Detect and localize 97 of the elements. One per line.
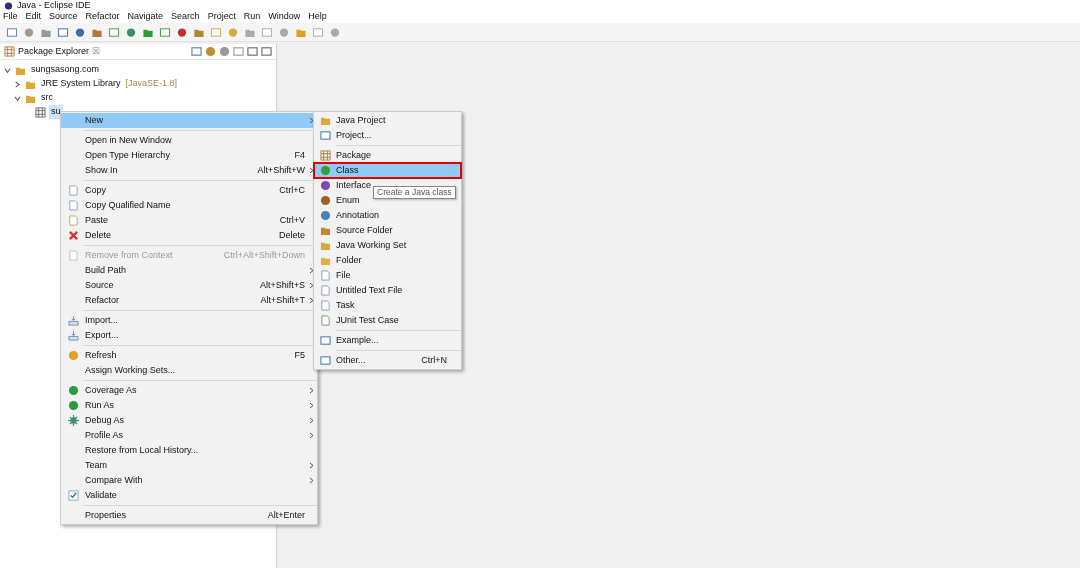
folder-icon [319, 255, 331, 266]
tree-item[interactable]: src [39, 91, 55, 105]
package-icon [319, 150, 331, 161]
enum-icon [319, 195, 331, 206]
menu-item[interactable]: Project [207, 9, 236, 24]
library-version: [JavaSE-1.8] [125, 77, 178, 91]
context-menu-item[interactable]: Team [61, 458, 317, 473]
menu-item[interactable]: Run [243, 9, 261, 24]
toolbar-icon[interactable] [74, 26, 86, 38]
package-explorer-icon [4, 46, 15, 57]
view-title[interactable]: Package Explorer [18, 44, 90, 59]
submenu-item[interactable]: Other... Ctrl+N [314, 353, 461, 368]
toolbar-icon[interactable] [108, 26, 120, 38]
text-file-icon [319, 285, 331, 296]
submenu-item[interactable]: Java Working Set [314, 238, 461, 253]
toolbar-icon[interactable] [23, 26, 35, 38]
class-icon [319, 165, 331, 176]
submenu-item[interactable]: JUnit Test Case [314, 313, 461, 328]
context-menu-item[interactable]: Profile As [61, 428, 317, 443]
submenu-item[interactable]: Annotation [314, 208, 461, 223]
import-icon [67, 315, 79, 326]
context-menu-item[interactable]: Copy Ctrl+C [61, 183, 317, 198]
context-menu-item[interactable]: Refresh F5 [61, 348, 317, 363]
menu-item[interactable]: Edit [25, 9, 42, 24]
context-menu-item[interactable]: Build Path [61, 263, 317, 278]
context-menu-item[interactable]: Coverage As [61, 383, 317, 398]
menu-item[interactable]: Search [171, 9, 200, 24]
window-icon [319, 355, 331, 366]
context-menu-item[interactable]: Refactor Alt+Shift+T [61, 293, 317, 308]
test-case-icon [319, 315, 331, 326]
toolbar-icon[interactable] [261, 26, 273, 38]
source-folder-icon [319, 225, 331, 236]
tree-item[interactable]: su [49, 105, 63, 119]
context-menu-item[interactable]: Properties Alt+Enter [61, 508, 317, 523]
expanded-chevron-icon[interactable] [14, 94, 22, 102]
menu-item[interactable]: Navigate [127, 9, 164, 24]
submenu-item[interactable]: Class [314, 163, 461, 178]
context-menu-item[interactable]: Run As [61, 398, 317, 413]
context-menu-item[interactable]: Import... [61, 313, 317, 328]
delete-icon [67, 230, 79, 241]
submenu-item[interactable]: Java Project [314, 113, 461, 128]
context-menu-item[interactable]: Export... [61, 328, 317, 343]
context-menu-item[interactable]: Compare With [61, 473, 317, 488]
context-menu-item[interactable]: Validate [61, 488, 317, 503]
tooltip: Create a Java class [373, 186, 456, 199]
context-menu-item[interactable]: Source Alt+Shift+S [61, 278, 317, 293]
toolbar-icon[interactable] [125, 26, 137, 38]
context-menu-item[interactable]: Copy Qualified Name [61, 198, 317, 213]
clipboard-icon [67, 215, 79, 226]
window-title: Java - Eclipse IDE [17, 1, 91, 10]
toolbar-icon[interactable] [312, 26, 324, 38]
menu-item[interactable]: Source [49, 9, 78, 24]
tree-item[interactable]: JRE System Library [39, 77, 123, 91]
context-menu-item[interactable]: Show In Alt+Shift+W [61, 163, 317, 178]
window-icon [319, 130, 331, 141]
task-icon [319, 300, 331, 311]
toolbar-icon[interactable] [6, 26, 18, 38]
submenu-item[interactable]: Untitled Text File [314, 283, 461, 298]
context-menu-item[interactable]: Paste Ctrl+V [61, 213, 317, 228]
checkbox-icon [67, 490, 79, 501]
interface-icon [319, 180, 331, 191]
close-icon[interactable]: ☒ [92, 44, 101, 59]
menu-item[interactable]: File [3, 9, 18, 24]
remove-icon [67, 250, 79, 261]
file-icon [319, 270, 331, 281]
context-menu-item[interactable]: Restore from Local History... [61, 443, 317, 458]
submenu-item[interactable]: File [314, 268, 461, 283]
submenu-item[interactable]: Folder [314, 253, 461, 268]
copy-icon [67, 185, 79, 196]
toolbar-icon[interactable] [176, 26, 188, 38]
toolbar-icon[interactable] [159, 26, 171, 38]
menu-item[interactable]: Help [308, 9, 327, 24]
context-menu-item[interactable]: Open in New Window [61, 133, 317, 148]
submenu-item[interactable]: Package [314, 148, 461, 163]
export-icon [67, 330, 79, 341]
submenu-item[interactable]: Source Folder [314, 223, 461, 238]
project-folder-icon [319, 115, 331, 126]
app-icon [4, 2, 13, 10]
context-menu-item[interactable]: Open Type Hierarchy F4 [61, 148, 317, 163]
submenu-item[interactable]: Project... [314, 128, 461, 143]
collapsed-chevron-icon[interactable] [14, 80, 22, 88]
context-menu-item[interactable]: Debug As [61, 413, 317, 428]
working-set-icon [319, 240, 331, 251]
submenu-item[interactable]: Example... [314, 333, 461, 348]
menu-item[interactable]: Window [268, 9, 301, 24]
bug-icon [67, 415, 79, 426]
package-icon [35, 106, 46, 118]
toolbar-icon[interactable] [57, 26, 69, 38]
context-menu-item[interactable]: Delete Delete [61, 228, 317, 243]
context-menu-item[interactable]: Assign Working Sets... [61, 363, 317, 378]
window-icon [319, 335, 331, 346]
annotation-icon [319, 210, 331, 221]
tree-item[interactable]: sungsasong.com [29, 63, 102, 77]
submenu-item[interactable]: Task [314, 298, 461, 313]
copy-icon [67, 200, 79, 211]
expanded-chevron-icon[interactable] [4, 66, 12, 74]
menu-item[interactable]: Refactor [85, 9, 120, 24]
